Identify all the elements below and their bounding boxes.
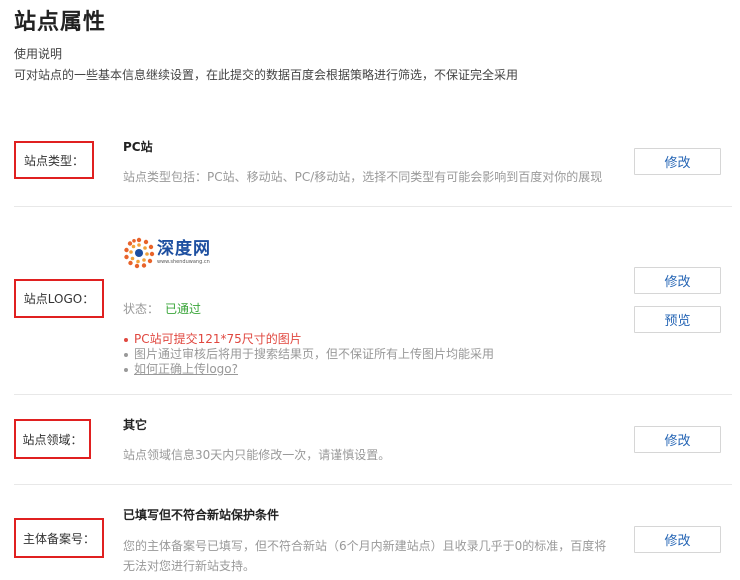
site-type-value: PC站 (123, 140, 153, 154)
site-logo-section: 站点LOGO： 深度网 www.shenduwang.cn 状态： 已通过 PC… (14, 204, 732, 384)
site-logo-preview-button[interactable]: 预览 (634, 306, 721, 333)
site-type-description: 站点类型包括：PC站、移动站、PC/移动站，选择不同类型有可能会影响到百度对你的… (123, 170, 603, 184)
site-domain-description: 站点领域信息30天内只能修改一次，请谨慎设置。 (123, 448, 391, 462)
site-domain-label: 站点领域： (14, 419, 91, 459)
site-logo-edit-button[interactable]: 修改 (634, 267, 721, 294)
site-logo-label: 站点LOGO： (14, 279, 104, 318)
divider (14, 484, 732, 485)
logo-tips-list: PC站可提交121*75尺寸的图片 图片通过审核后将用于搜索结果页，但不保证所有… (123, 332, 494, 377)
divider (14, 394, 732, 395)
page-title: 站点属性 (14, 10, 107, 35)
site-logo-image: 深度网 www.shenduwang.cn (123, 236, 215, 270)
logo-status-value: 已通过 (165, 302, 202, 316)
logo-upload-help-link[interactable]: 如何正确上传logo? (123, 362, 494, 377)
icp-section: 主体备案号： 已填写但不符合新站保护条件 您的主体备案号已填写，但不符合新站（6… (14, 506, 732, 580)
icp-label: 主体备案号： (14, 518, 104, 558)
site-domain-value: 其它 (123, 418, 148, 432)
site-type-label: 站点类型： (14, 141, 94, 179)
site-type-edit-button[interactable]: 修改 (634, 148, 721, 175)
logo-brand-url: www.shenduwang.cn (157, 259, 210, 265)
logo-tip-size: PC站可提交121*75尺寸的图片 (123, 332, 494, 347)
logo-tip-usage: 图片通过审核后将用于搜索结果页，但不保证所有上传图片均能采用 (123, 347, 494, 362)
logo-emblem-icon (124, 237, 155, 269)
icp-description-line-2: 无法对您进行新站支持。 (123, 559, 256, 573)
site-domain-edit-button[interactable]: 修改 (634, 426, 721, 453)
site-domain-section: 站点领域： 其它 站点领域信息30天内只能修改一次，请谨慎设置。 修改 (14, 416, 732, 476)
logo-status: 状态： 已通过 (123, 300, 201, 317)
usage-title: 使用说明 (14, 47, 63, 61)
usage-description: 可对站点的一些基本信息继续设置，在此提交的数据百度会根据策略进行筛选，不保证完全… (14, 68, 519, 82)
icp-description-line-1: 您的主体备案号已填写，但不符合新站（6个月内新建站点）且收录几乎于0的标准，百度… (123, 539, 607, 553)
site-type-section: 站点类型： PC站 站点类型包括：PC站、移动站、PC/移动站，选择不同类型有可… (14, 138, 732, 198)
logo-status-label: 状态： (123, 302, 160, 316)
icp-value: 已填写但不符合新站保护条件 (123, 508, 280, 522)
logo-brand-name: 深度网 (157, 239, 211, 259)
icp-edit-button[interactable]: 修改 (634, 526, 721, 553)
